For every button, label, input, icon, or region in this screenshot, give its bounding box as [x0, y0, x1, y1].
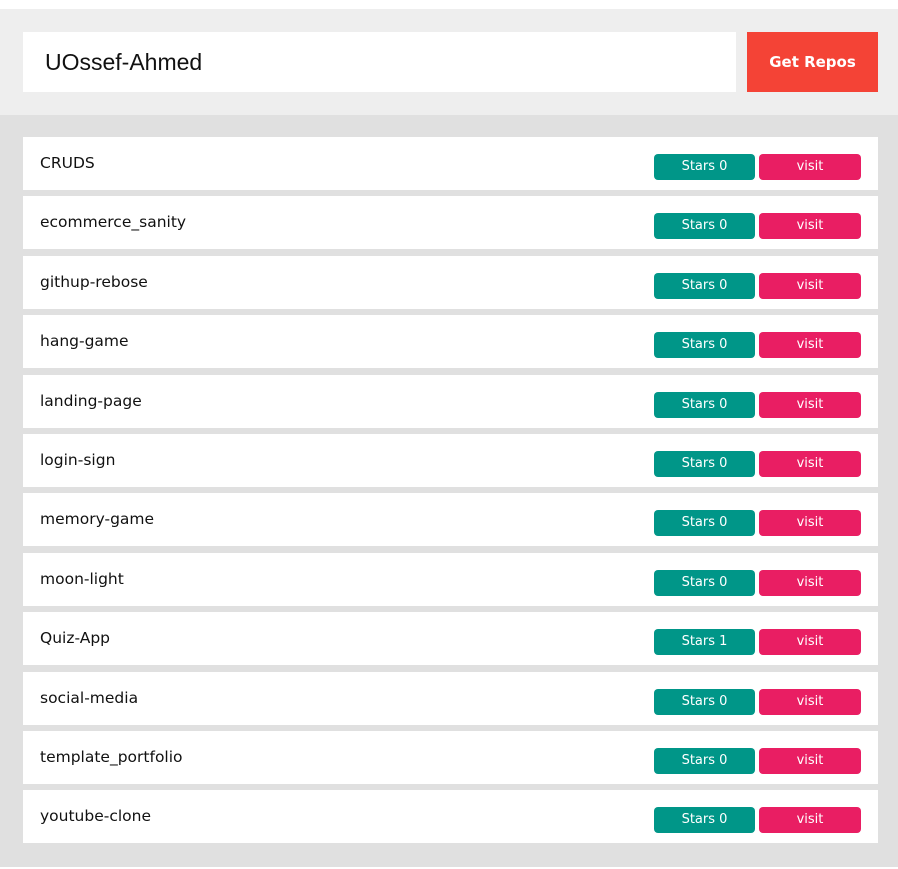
- repo-actions: Stars 0 visit: [654, 272, 861, 299]
- repo-actions: Stars 0 visit: [654, 213, 861, 240]
- repo-row: ecommerce_sanity Stars 0 visit: [23, 196, 878, 250]
- repo-name: ecommerce_sanity: [40, 213, 187, 232]
- repo-actions: Stars 0 visit: [654, 510, 861, 537]
- repo-actions: Stars 0 visit: [654, 688, 861, 715]
- visit-button[interactable]: visit: [759, 154, 861, 180]
- repo-name: memory-game: [40, 510, 155, 529]
- search-bar: Get Repos: [0, 9, 898, 115]
- visit-button[interactable]: visit: [759, 688, 861, 715]
- repo-list: CRUDS Stars 0 visit ecommerce_sanity Stars 0…: [23, 137, 878, 850]
- repo-name: template_portfolio: [40, 747, 183, 766]
- stars-badge: Stars 0: [654, 332, 755, 359]
- visit-button[interactable]: visit: [759, 391, 861, 418]
- stars-badge: Stars 0: [654, 450, 755, 477]
- repo-actions: Stars 0 visit: [654, 450, 861, 477]
- visit-button[interactable]: visit: [759, 332, 861, 359]
- visit-button[interactable]: visit: [759, 450, 861, 477]
- app-container: Get Repos CRUDSStars 0visitecommerce_san…: [0, 9, 898, 867]
- get-repos-button[interactable]: Get Repos: [747, 32, 878, 92]
- repo-actions: Stars 0 visit: [654, 332, 861, 359]
- repo-row: social-media Stars 0 visit: [23, 671, 878, 725]
- repo-name: landing-page: [40, 391, 142, 410]
- repo-name: social-media: [40, 688, 139, 707]
- visit-button[interactable]: visit: [759, 510, 861, 537]
- repo-row: template_portfolio Stars 0 visit: [23, 730, 878, 784]
- repo-name: hang-game: [40, 332, 129, 351]
- stars-badge: Stars 0: [654, 510, 755, 537]
- stars-badge: Stars 0: [654, 569, 755, 596]
- repo-name: githup-rebose: [40, 272, 148, 291]
- repo-row: login-sign Stars 0 visit: [23, 433, 878, 487]
- repo-row: memory-game Stars 0 visit: [23, 493, 878, 547]
- visit-button[interactable]: visit: [759, 629, 861, 656]
- stars-badge: Stars 0: [654, 807, 755, 834]
- repo-name: Quiz-App: [40, 629, 110, 648]
- visit-button[interactable]: visit: [759, 213, 861, 240]
- visit-button[interactable]: visit: [759, 272, 861, 299]
- stars-badge: Stars 0: [654, 154, 755, 180]
- stars-badge: Stars 0: [654, 272, 755, 299]
- repo-actions: Stars 0 visit: [654, 747, 861, 774]
- repo-row: Quiz-App Stars 1 visit: [23, 612, 878, 666]
- repo-name: login-sign: [40, 450, 116, 469]
- stars-badge: Stars 1: [654, 629, 755, 656]
- repo-name: youtube-clone: [40, 807, 152, 826]
- repo-row: moon-light Stars 0 visit: [23, 552, 878, 606]
- repo-actions: Stars 1 visit: [654, 629, 861, 656]
- repo-actions: Stars 0 visit: [654, 807, 861, 834]
- repo-name: CRUDS: [40, 154, 95, 172]
- stars-badge: Stars 0: [654, 688, 755, 715]
- repo-row: landing-page Stars 0 visit: [23, 374, 878, 428]
- username-input[interactable]: [23, 32, 736, 92]
- repo-actions: Stars 0 visit: [654, 154, 861, 180]
- visit-button[interactable]: visit: [759, 747, 861, 774]
- visit-button[interactable]: visit: [759, 807, 861, 834]
- stars-badge: Stars 0: [654, 747, 755, 774]
- repo-row: youtube-clone Stars 0 visit: [23, 790, 878, 844]
- stars-badge: Stars 0: [654, 213, 755, 240]
- repo-row: CRUDS Stars 0 visit: [23, 137, 878, 190]
- repo-actions: Stars 0 visit: [654, 569, 861, 596]
- repos-panel: CRUDS Stars 0 visit ecommerce_sanity Stars 0…: [0, 115, 898, 867]
- repo-row: hang-game Stars 0 visit: [23, 315, 878, 369]
- repo-name: moon-light: [40, 569, 124, 588]
- repo-row: githup-rebose Stars 0 visit: [23, 255, 878, 309]
- repo-actions: Stars 0 visit: [654, 391, 861, 418]
- visit-button[interactable]: visit: [759, 569, 861, 596]
- stars-badge: Stars 0: [654, 391, 755, 418]
